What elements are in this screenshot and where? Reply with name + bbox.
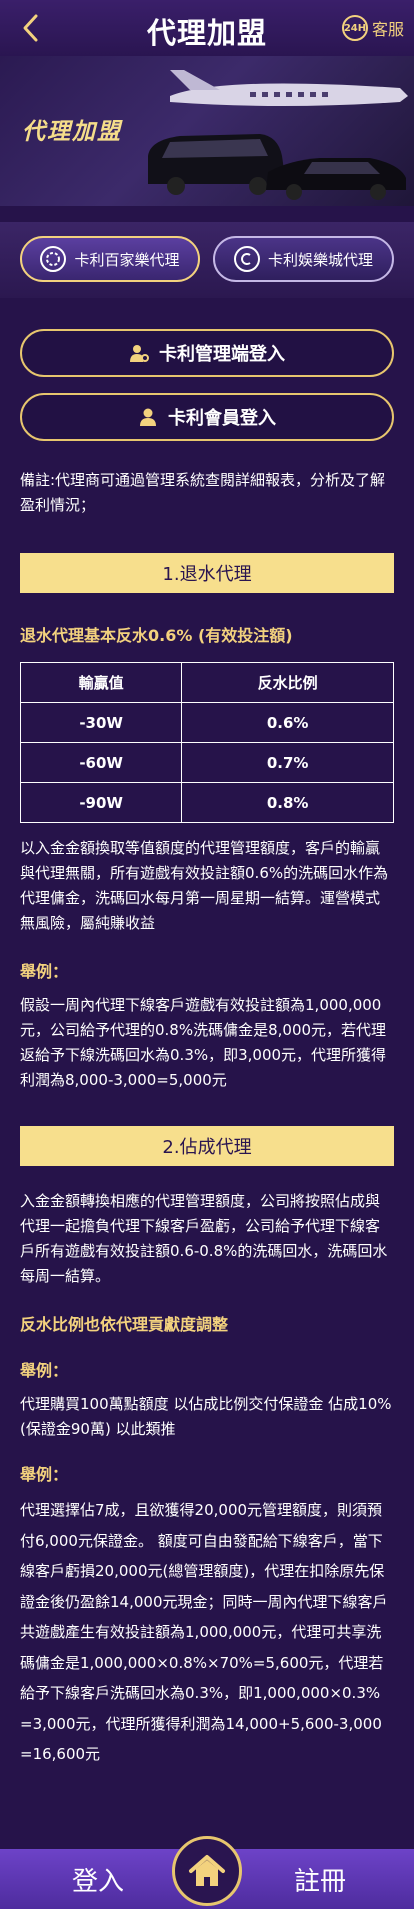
headset-24h-icon: 24H — [341, 15, 368, 41]
tab-casino-agent[interactable]: 卡利娛樂城代理 — [213, 236, 394, 282]
share-example2-text: 代理選擇佔7成，且欲獲得20,000元管理額度，則須預付6,000元保證金。 額… — [20, 1501, 388, 1763]
table-row: -30W 0.6% — [19, 702, 394, 743]
table-header-row: 輸贏值 反水比例 — [19, 662, 394, 703]
jet-image — [170, 70, 408, 106]
table-cell: -90W — [19, 782, 183, 823]
sedan-image — [266, 158, 406, 200]
note-text: 備註:代理商可通過管理系統查閱詳細報表，分析及了解盈利情況； — [20, 471, 386, 514]
table-row: -90W 0.8% — [19, 782, 394, 823]
register-button[interactable]: 註冊 — [294, 1861, 346, 1898]
home-button[interactable] — [172, 1836, 242, 1906]
table-cell: 0.6% — [181, 702, 394, 743]
share-example1-text: 代理購買100萬點額度 以佔成比例交付保證金 佔成10% (保證金90萬) 以此… — [20, 1395, 392, 1438]
customer-service-button[interactable]: 24H 客服 — [341, 15, 404, 41]
rebate-example-text: 假設一周內代理下線客戶遊戲有效投註額為1,000,000元，公司給予代理的0.8… — [20, 996, 387, 1089]
home-icon — [189, 1855, 225, 1886]
table-cell: 0.8% — [181, 782, 394, 823]
casino-logo-icon — [233, 246, 260, 272]
member-login-label: 卡利會員登入 — [168, 408, 276, 429]
customer-service-label: 客服 — [371, 20, 404, 39]
table-cell: -60W — [19, 742, 183, 783]
rebate-description: 以入金金額換取等值額度的代理管理額度，客戶的輸贏與代理無關，所有遊戲有效投註額0… — [20, 839, 389, 932]
login-button[interactable]: 登入 — [72, 1861, 124, 1898]
section-share-agent-bar: 2.佔成代理 — [20, 1126, 394, 1166]
tab-label: 卡利娛樂城代理 — [267, 250, 373, 269]
example-label: 舉例： — [20, 1361, 69, 1380]
admin-login-button[interactable]: 卡利管理端登入 — [20, 329, 394, 377]
example-label: 舉例： — [20, 962, 69, 981]
user-icon — [140, 408, 156, 426]
banner-title: 代理加盟 — [22, 119, 122, 145]
top-bar: 代理加盟 24H 客服 — [0, 0, 414, 56]
tab-label: 卡利百家樂代理 — [74, 250, 180, 269]
table-cell: 0.7% — [181, 742, 394, 783]
admin-login-label: 卡利管理端登入 — [159, 344, 285, 365]
section-rebate-agent-bar: 1.退水代理 — [20, 553, 394, 593]
share-heading: 反水比例也依代理貢獻度調整 — [20, 1315, 229, 1334]
example-label: 舉例： — [20, 1465, 69, 1484]
table-cell: -30W — [19, 702, 183, 743]
user-gear-icon — [130, 345, 149, 362]
hero-banner: 代理加盟 — [0, 56, 414, 206]
chip-icon — [40, 246, 67, 272]
rebate-heading: 退水代理基本反水0.6% (有效投注額) — [20, 626, 293, 645]
agent-type-tabs: 卡利百家樂代理 卡利娛樂城代理 — [0, 222, 414, 298]
table-header-cell: 輸贏值 — [19, 662, 183, 703]
rebate-table: 輸贏值 反水比例 -30W 0.6% -60W 0.7% -90W 0.8% — [19, 662, 394, 823]
member-login-button[interactable]: 卡利會員登入 — [20, 393, 394, 441]
table-row: -60W 0.7% — [19, 742, 394, 783]
tab-baccarat-agent[interactable]: 卡利百家樂代理 — [20, 236, 200, 282]
table-header-cell: 反水比例 — [181, 662, 394, 703]
share-description: 入金金額轉換相應的代理管理額度，公司將按照佔成與代理一起擔負代理下線客戶盈虧，公… — [20, 1192, 388, 1285]
